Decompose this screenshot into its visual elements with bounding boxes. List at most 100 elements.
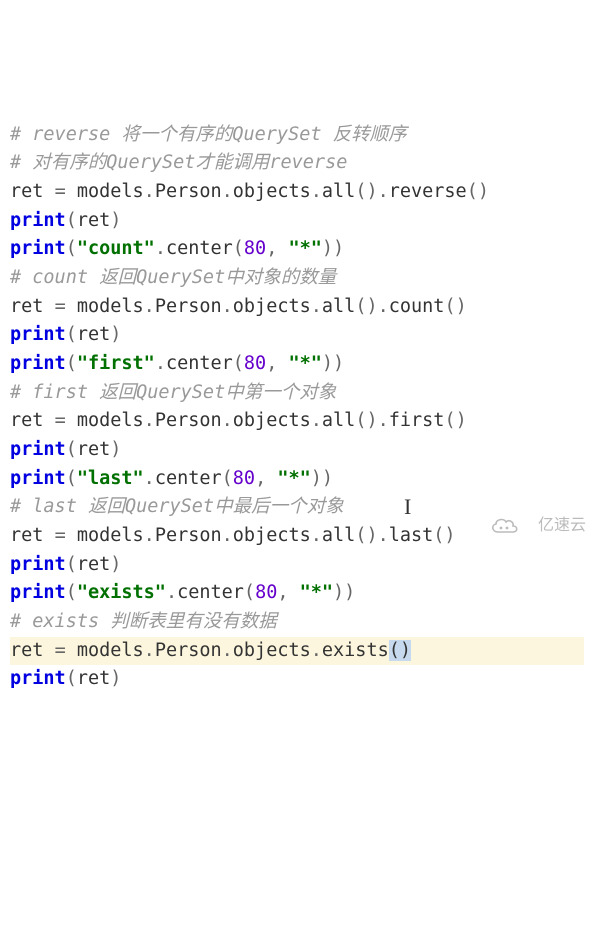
token-op: ( [66,468,77,489]
token-op: . [222,410,233,431]
token-op: . [144,296,155,317]
token-op: . [311,525,322,546]
token-op: ( [233,353,244,374]
token-plain: models [66,410,144,431]
token-plain: all [322,296,355,317]
token-op: . [311,296,322,317]
token-number: 80 [244,238,266,259]
token-op: . [311,181,322,202]
token-op: ) [110,668,121,689]
token-plain: exists [322,640,389,661]
comment-text: # first 返回QuerySet中第一个对象 [10,382,336,403]
token-plain: Person [155,181,222,202]
token-op: ( [66,324,77,345]
token-op: ( [244,582,255,603]
token-op: . [144,525,155,546]
token-keyword: print [10,238,66,259]
token-plain: ret [77,439,110,460]
comment-text: # exists 判断表里有没有数据 [10,611,277,632]
token-op: . [144,640,155,661]
code-line: # exists 判断表里有没有数据 [10,608,584,637]
token-op: ) [110,324,121,345]
token-plain: objects [233,181,311,202]
code-block: # reverse 将一个有序的QuerySet 反转顺序 # 对有序的Query… [10,121,584,694]
token-keyword: print [10,554,66,575]
token-plain: objects [233,525,311,546]
token-op: . [166,582,177,603]
token-op: . [144,468,155,489]
token-sel: () [389,640,411,661]
token-plain: ret [10,525,55,546]
token-op: ( [66,210,77,231]
token-plain: all [322,410,355,431]
token-plain: models [66,181,144,202]
token-op: () [467,181,489,202]
token-plain: models [66,296,144,317]
token-op: ( [66,353,77,374]
token-plain: Person [155,640,222,661]
token-string: "*" [288,238,321,259]
token-op: () [444,296,466,317]
token-keyword: print [10,468,66,489]
token-op: ( [222,468,233,489]
token-op: . [155,238,166,259]
code-line: ret = models.Person.objects.all().first(… [10,407,584,436]
token-op: (). [355,410,388,431]
code-line: # 对有序的QuerySet才能调用reverse [10,149,584,178]
comment-text: # reverse 将一个有序的QuerySet 反转顺序 [10,124,407,145]
token-keyword: print [10,210,66,231]
token-op: ( [66,668,77,689]
token-plain: models [66,525,144,546]
token-plain: Person [155,410,222,431]
token-number: 80 [233,468,255,489]
token-op: (). [355,525,388,546]
token-op: = [55,181,66,202]
token-op: ) [110,439,121,460]
token-plain: last [389,525,434,546]
token-plain: ret [10,640,55,661]
token-keyword: print [10,353,66,374]
token-plain: Person [155,296,222,317]
token-op: . [222,640,233,661]
token-plain: all [322,181,355,202]
token-plain: count [389,296,445,317]
token-op: , [277,582,299,603]
token-plain: ret [10,296,55,317]
token-op: ( [66,439,77,460]
code-line: print(ret) [10,321,584,350]
token-plain: ret [77,210,110,231]
token-plain: ret [77,668,110,689]
token-keyword: print [10,582,66,603]
token-keyword: print [10,668,66,689]
code-line: ret = models.Person.objects.all().revers… [10,178,584,207]
token-op: () [433,525,455,546]
token-op: = [55,640,66,661]
token-plain: center [177,582,244,603]
token-op: ( [233,238,244,259]
token-plain: objects [233,296,311,317]
token-op: = [55,410,66,431]
token-op: (). [355,181,388,202]
token-op: . [144,410,155,431]
token-op: . [311,410,322,431]
token-op: , [266,238,288,259]
token-op: . [144,181,155,202]
token-string: "count" [77,238,155,259]
code-line: print("count".center(80, "*")) [10,235,584,264]
token-plain: reverse [389,181,467,202]
token-op: ( [66,582,77,603]
token-op: ) [110,554,121,575]
code-line: print("first".center(80, "*")) [10,350,584,379]
token-op: . [155,353,166,374]
token-op: . [222,525,233,546]
token-plain: Person [155,525,222,546]
token-op: , [266,353,288,374]
token-plain: ret [10,181,55,202]
token-op: )) [322,353,344,374]
token-string: "exists" [77,582,166,603]
token-op: (). [355,296,388,317]
token-op: . [222,296,233,317]
token-op: () [444,410,466,431]
comment-text: # 对有序的QuerySet才能调用reverse [10,152,347,173]
token-op: . [311,640,322,661]
